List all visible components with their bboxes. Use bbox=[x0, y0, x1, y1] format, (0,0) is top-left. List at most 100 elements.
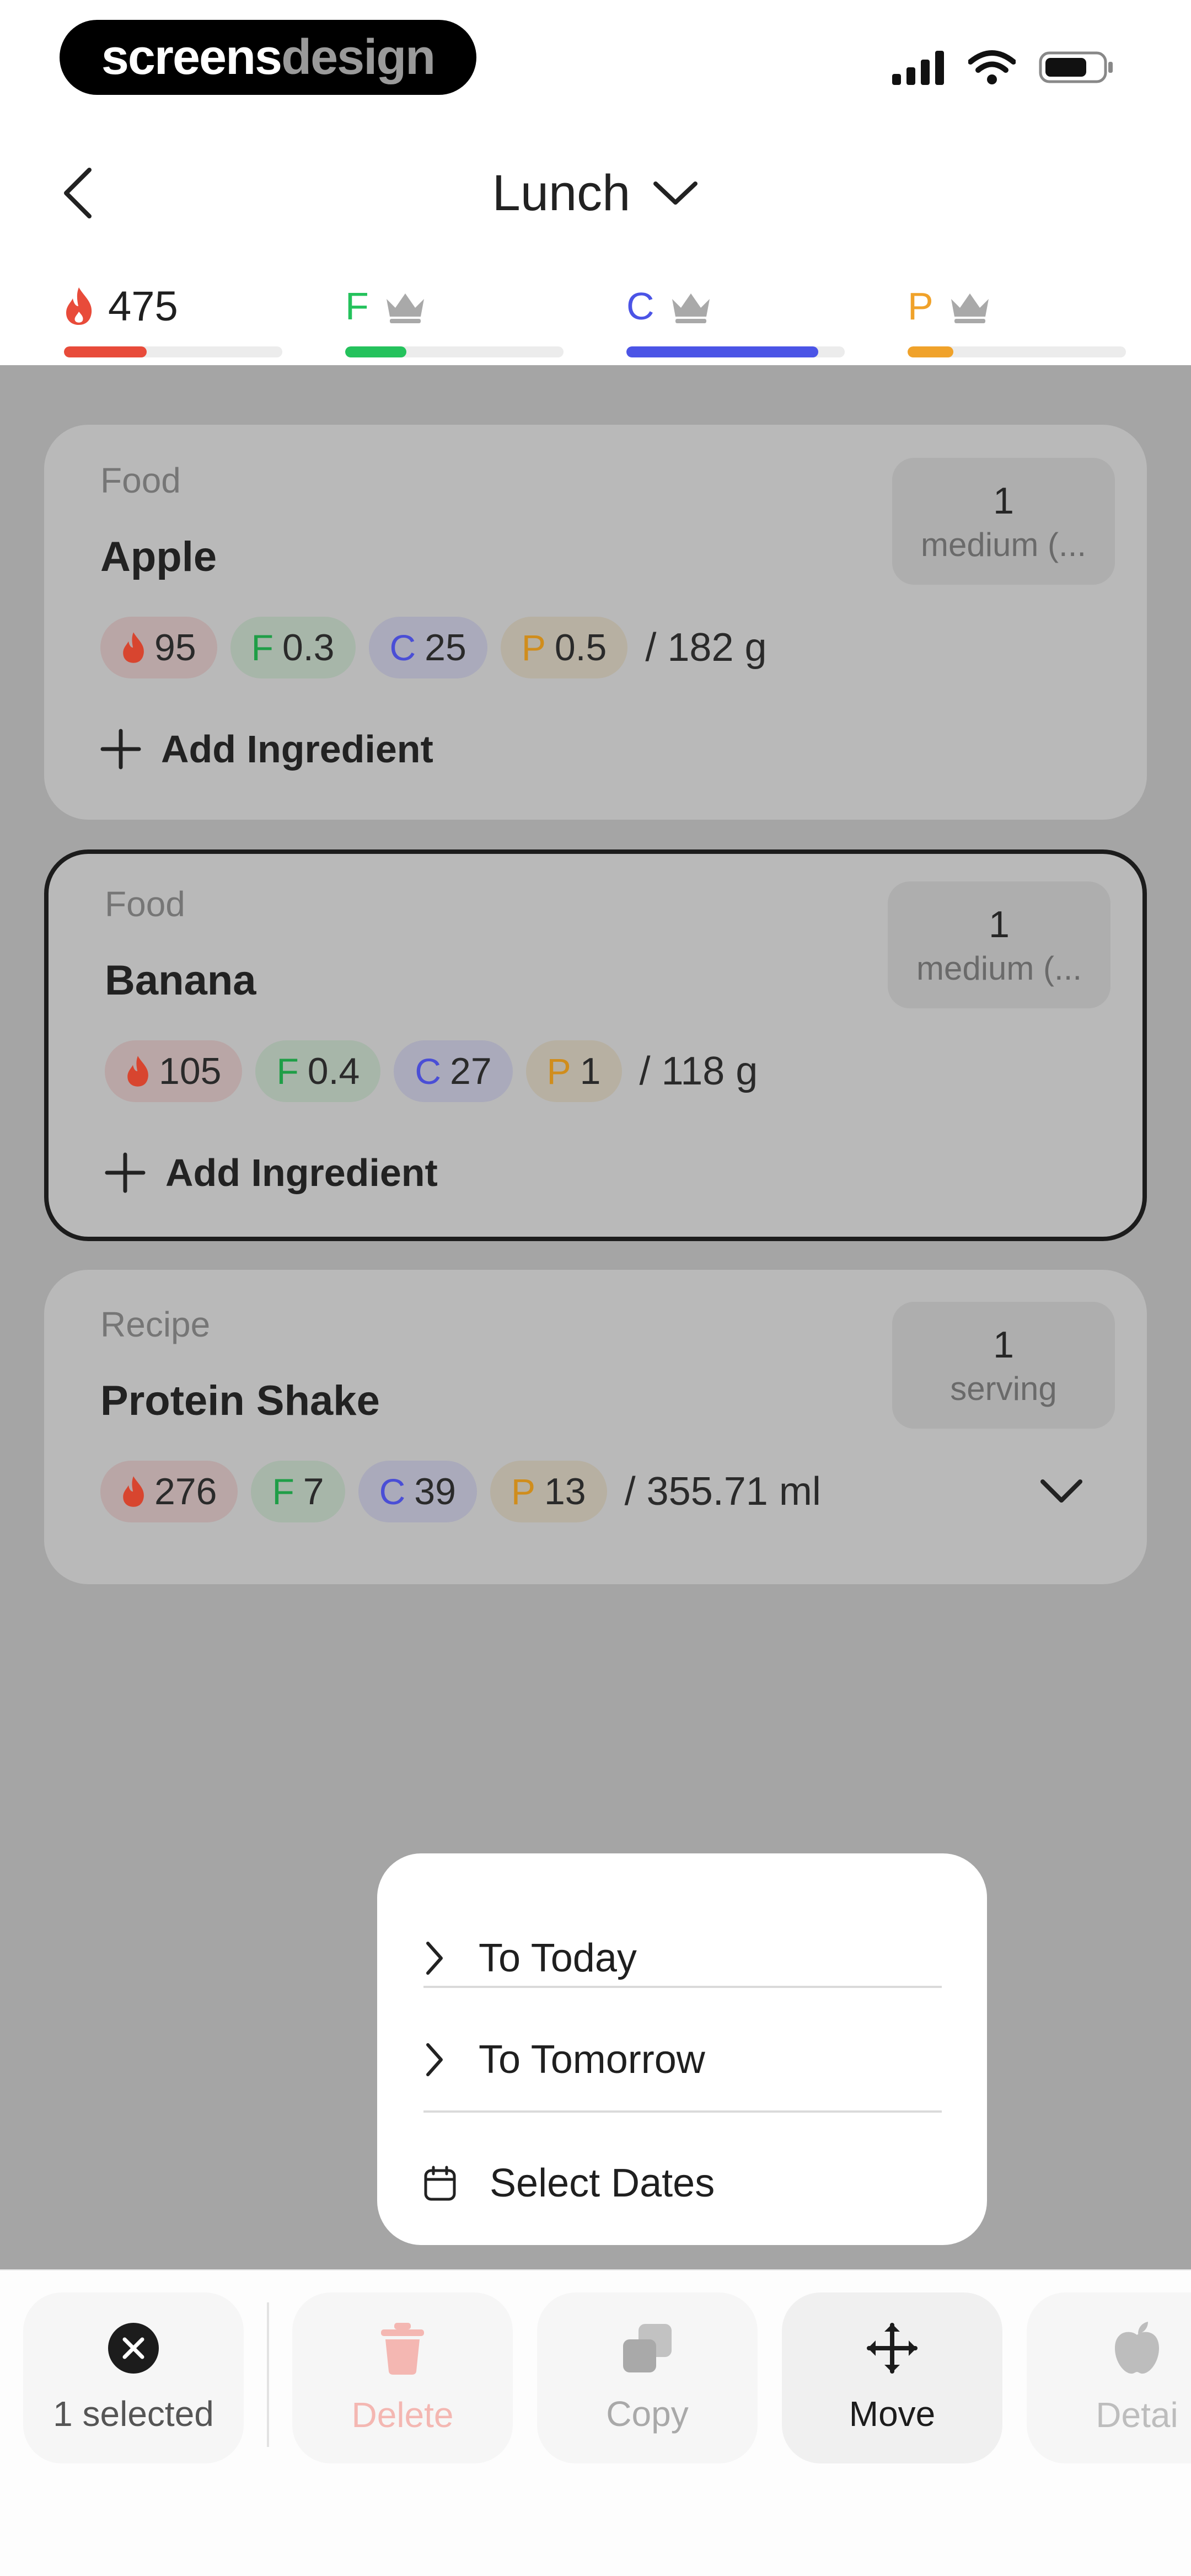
calories-chip: 95 bbox=[100, 617, 217, 678]
clear-selection-button[interactable]: 1 selected bbox=[23, 2292, 244, 2463]
close-circle-icon bbox=[108, 2323, 159, 2374]
add-ingredient-button[interactable]: Add Ingredient bbox=[100, 727, 433, 771]
flame-icon bbox=[123, 632, 144, 663]
protein-letter: P bbox=[908, 285, 934, 328]
plus-icon bbox=[100, 729, 141, 769]
add-ingredient-button[interactable]: Add Ingredient bbox=[105, 1151, 438, 1195]
macro-calories: 475 bbox=[64, 276, 282, 364]
calories-chip: 276 bbox=[100, 1461, 238, 1522]
delete-button[interactable]: Delete bbox=[292, 2292, 513, 2463]
calories-progress-fill bbox=[64, 346, 147, 357]
details-label: Detai bbox=[1096, 2395, 1178, 2435]
protein-letter: P bbox=[546, 1051, 571, 1092]
calories-value: 276 bbox=[154, 1471, 217, 1513]
carbs-letter: C bbox=[415, 1051, 441, 1092]
move-options-menu: To Today To Tomorrow Select Dates bbox=[377, 1853, 987, 2245]
fat-progress-fill bbox=[345, 346, 406, 357]
quantity-number: 1 bbox=[989, 903, 1010, 945]
menu-divider bbox=[423, 1986, 942, 1988]
food-item-card-selected[interactable]: Food Banana 1 medium (... 105 F 0.4 C 27 P… bbox=[44, 849, 1147, 1241]
nutrition-chips: 276 F7 C 39 P 13 / 355.71 ml bbox=[100, 1461, 821, 1522]
carbs-chip: C 25 bbox=[368, 617, 487, 678]
nutrition-chips: 95 F 0.3 C 25 P 0.5 / 182 g bbox=[100, 617, 767, 678]
protein-chip: P 0.5 bbox=[500, 617, 628, 678]
carbs-letter: C bbox=[389, 627, 416, 668]
carbs-value: 27 bbox=[450, 1050, 492, 1092]
calendar-icon bbox=[424, 2166, 456, 2201]
select-dates-option[interactable]: Select Dates bbox=[423, 2123, 942, 2244]
fat-letter: F bbox=[251, 627, 273, 668]
expand-recipe-button[interactable] bbox=[1037, 1466, 1086, 1516]
fat-letter: F bbox=[345, 285, 369, 328]
move-arrows-icon bbox=[867, 2323, 918, 2374]
carbs-letter: C bbox=[379, 1471, 406, 1512]
calories-value: 105 bbox=[159, 1050, 222, 1092]
item-kind: Food bbox=[105, 884, 185, 924]
quantity-unit: medium (... bbox=[916, 949, 1082, 987]
copy-icon bbox=[623, 2324, 672, 2372]
item-kind: Recipe bbox=[100, 1305, 211, 1344]
quantity-unit: serving bbox=[950, 1370, 1057, 1407]
copy-button[interactable]: Copy bbox=[537, 2292, 758, 2463]
fat-value: 7 bbox=[303, 1471, 324, 1513]
action-divider bbox=[267, 2302, 269, 2447]
details-button[interactable]: Detai bbox=[1027, 2292, 1191, 2463]
protein-value: 1 bbox=[580, 1050, 601, 1092]
carbs-value: 25 bbox=[425, 627, 466, 669]
item-name: Protein Shake bbox=[100, 1377, 380, 1424]
carbs-chip: C 27 bbox=[394, 1040, 513, 1102]
fat-progress-bar bbox=[345, 346, 564, 357]
item-name: Apple bbox=[100, 533, 217, 580]
meal-selector[interactable]: Lunch bbox=[0, 160, 1191, 226]
macro-carbs: C bbox=[626, 276, 845, 364]
menu-divider bbox=[423, 2110, 942, 2113]
item-kind: Food bbox=[100, 461, 181, 500]
macro-fat: F bbox=[345, 276, 564, 364]
selected-count-label: 1 selected bbox=[53, 2394, 214, 2434]
crown-icon bbox=[951, 293, 989, 323]
calories-value: 95 bbox=[154, 627, 196, 669]
chevron-down-icon bbox=[653, 181, 698, 205]
quantity-number: 1 bbox=[993, 1323, 1014, 1366]
add-ingredient-label: Add Ingredient bbox=[165, 1151, 438, 1194]
calories-progress-bar bbox=[64, 346, 282, 357]
chevron-right-icon bbox=[426, 1942, 443, 1975]
food-item-card[interactable]: Food Apple 1 medium (... 95 F 0.3 C 25 P 0.… bbox=[44, 425, 1147, 820]
flame-icon bbox=[123, 1476, 144, 1507]
carbs-letter: C bbox=[626, 285, 654, 328]
move-button[interactable]: Move bbox=[782, 2292, 1002, 2463]
recipe-item-card[interactable]: Recipe Protein Shake 1 serving 276 F7 C3… bbox=[44, 1270, 1147, 1584]
protein-letter: P bbox=[521, 627, 546, 668]
calories-value: 475 bbox=[108, 282, 178, 330]
protein-progress-bar bbox=[908, 346, 1126, 357]
fat-chip: F 0.4 bbox=[255, 1040, 381, 1102]
carbs-value: 39 bbox=[414, 1471, 456, 1513]
status-bar: screens design bbox=[0, 0, 1191, 110]
serving-weight: / 118 g bbox=[639, 1049, 758, 1093]
carbs-progress-fill bbox=[626, 346, 819, 357]
crown-icon bbox=[672, 293, 710, 323]
protein-letter: P bbox=[511, 1471, 535, 1512]
serving-weight: / 182 g bbox=[645, 626, 767, 670]
protein-progress-fill bbox=[908, 346, 954, 357]
apple-icon bbox=[1115, 2322, 1159, 2374]
quantity-box[interactable]: 1 medium (... bbox=[892, 458, 1115, 585]
brand-text-screens: screens bbox=[101, 29, 282, 85]
copy-label: Copy bbox=[606, 2394, 689, 2434]
wifi-icon bbox=[968, 50, 1016, 84]
flame-icon bbox=[127, 1056, 148, 1087]
quantity-unit: medium (... bbox=[920, 526, 1087, 563]
quantity-box[interactable]: 1 serving bbox=[892, 1302, 1115, 1429]
move-label: Move bbox=[849, 2394, 936, 2434]
chevron-down-icon bbox=[1040, 1479, 1082, 1503]
fat-value: 0.3 bbox=[282, 627, 335, 669]
quantity-box[interactable]: 1 medium (... bbox=[888, 881, 1110, 1008]
serving-volume: / 355.71 ml bbox=[624, 1469, 821, 1514]
fat-value: 0.4 bbox=[307, 1050, 360, 1092]
carbs-chip: C 39 bbox=[358, 1461, 477, 1522]
plus-icon bbox=[105, 1152, 146, 1193]
add-ingredient-label: Add Ingredient bbox=[161, 728, 433, 771]
brand-logo: screens design bbox=[60, 20, 476, 95]
move-to-tomorrow-option[interactable]: To Tomorrow bbox=[423, 1999, 942, 2120]
menu-item-label: Select Dates bbox=[490, 2161, 715, 2205]
